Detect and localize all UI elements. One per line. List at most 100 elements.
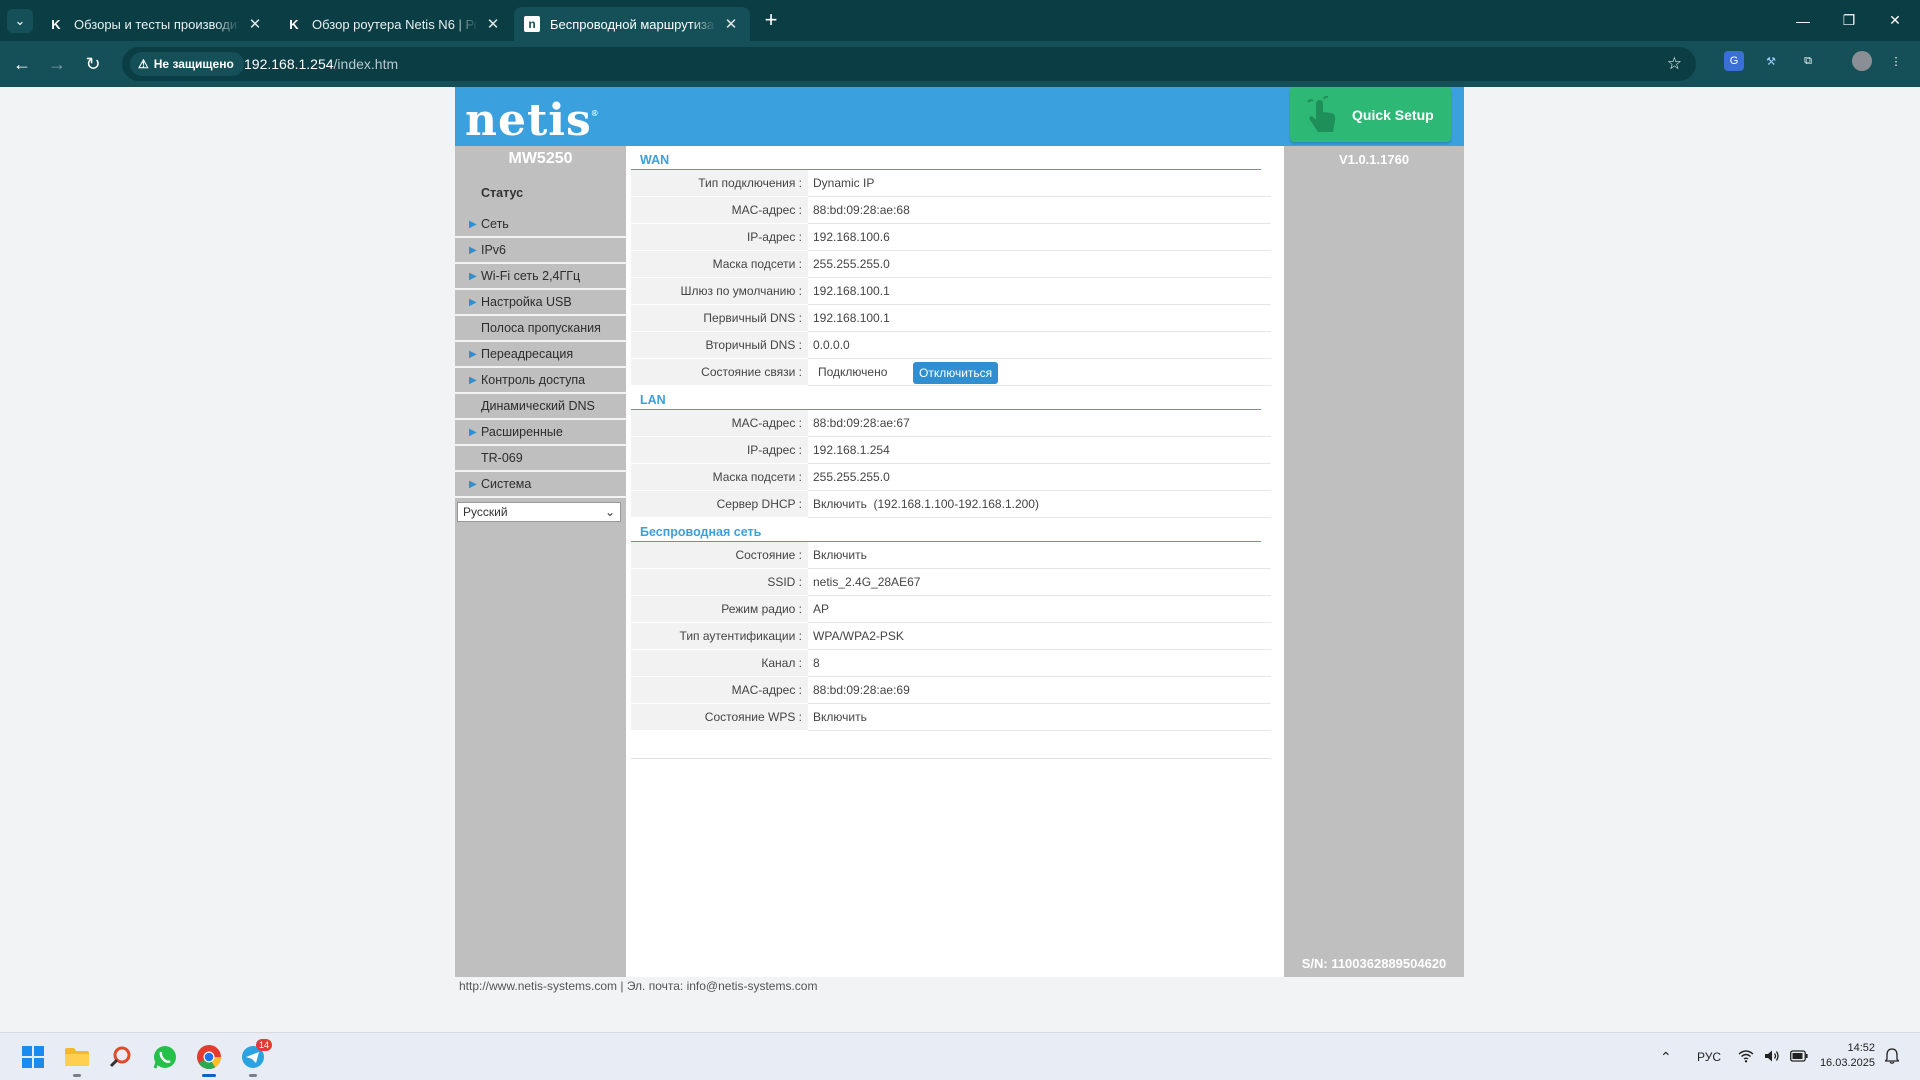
table-row: Шлюз по умолчанию :192.168.100.1 — [631, 278, 1271, 305]
lan-section-title: LAN — [631, 386, 1261, 410]
restore-window-button[interactable]: ❐ — [1826, 0, 1872, 41]
sidebar-item-usb[interactable]: ▶ Настройка USB — [455, 290, 626, 316]
notifications-button[interactable] — [1884, 1033, 1900, 1080]
logo-text: netis — [465, 95, 592, 146]
sidebar-item-tr069[interactable]: TR-069 — [455, 446, 626, 472]
sidebar-item-network[interactable]: ▶ Сеть — [455, 212, 626, 238]
system-tray-status[interactable] — [1738, 1033, 1808, 1080]
model-name: MW5250 — [508, 150, 573, 167]
table-row: Вторичный DNS :0.0.0.0 — [631, 332, 1271, 359]
table-row: Маска подсети :255.255.255.0 — [631, 464, 1271, 491]
close-icon[interactable]: ✕ — [246, 15, 264, 33]
row-label: Состояние связи : — [631, 359, 808, 386]
translate-extension-icon[interactable]: G — [1724, 51, 1744, 71]
browser-tab-3-active[interactable]: n Беспроводной маршрутизатор ✕ — [514, 7, 750, 41]
sidebar-item-label: Переадресация — [481, 347, 574, 361]
router-footer: http://www.netis-systems.com | Эл. почта… — [459, 979, 818, 993]
clock-date: 16.03.2025 — [1819, 1057, 1875, 1069]
start-button[interactable] — [17, 1041, 49, 1073]
triangle-right-icon: ▶ — [469, 348, 477, 360]
browser-menu-icon[interactable]: ⋮ — [1886, 51, 1906, 71]
wan-section-title: WAN — [631, 146, 1261, 170]
reload-icon: ↻ — [85, 53, 101, 74]
tab-search-button[interactable]: ⌄ — [7, 9, 33, 33]
chrome-button[interactable] — [193, 1041, 225, 1077]
table-row: Канал :8 — [631, 650, 1271, 677]
clock[interactable]: 14:52 16.03.2025 — [1810, 1041, 1875, 1071]
table-row: Состояние : Включить — [631, 542, 1271, 569]
browser-tab-2[interactable]: K Обзор роутера Netis N6 | Роутеры ✕ — [276, 7, 512, 41]
file-explorer-button[interactable] — [61, 1041, 93, 1077]
sidebar-item-label: Система — [481, 477, 532, 491]
warning-icon: ⚠ — [138, 57, 149, 71]
back-button[interactable]: ← — [10, 52, 34, 76]
triangle-right-icon: ▶ — [469, 270, 477, 282]
language-select[interactable]: Русский ⌄ — [457, 502, 621, 522]
sidebar-item-advanced[interactable]: ▶ Расширенные — [455, 420, 626, 446]
row-value: 88:bd:09:28:ae:69 — [808, 677, 1271, 704]
sidebar-item-label: Настройка USB — [481, 295, 572, 309]
telegram-button[interactable]: 14 — [237, 1039, 272, 1077]
address-bar[interactable]: ⚠ Не защищено 192.168.1.254/index.htm ☆ — [122, 47, 1696, 81]
extension-icon[interactable]: ⚒ — [1761, 51, 1781, 71]
sidebar-item-ipv6[interactable]: ▶ IPv6 — [455, 238, 626, 264]
disconnect-button[interactable]: Отключиться — [913, 361, 999, 384]
bookmark-star-icon[interactable]: ☆ — [1667, 54, 1682, 74]
input-language-indicator[interactable]: РУС — [1697, 1033, 1721, 1080]
serial-number: S/N: 1100362889504620 — [1301, 956, 1447, 971]
row-value: WPA/WPA2-PSK — [808, 623, 1271, 650]
chevron-down-icon: ⌄ — [604, 505, 615, 519]
router-sidebar: MW5250 Статус ▶ Сеть ▶ IPv6 ▶ Wi-Fi сеть 2,… — [455, 146, 626, 977]
forward-button[interactable]: → — [45, 52, 69, 76]
row-label: Первичный DNS : — [631, 305, 808, 332]
windows-icon — [22, 1046, 44, 1068]
sidebar-item-label: IPv6 — [481, 243, 507, 257]
close-icon[interactable]: ✕ — [722, 15, 740, 33]
reload-button[interactable]: ↻ — [81, 52, 105, 76]
table-row: Состояние WPS : Включить — [631, 704, 1271, 731]
new-tab-button[interactable]: + — [758, 9, 784, 31]
row-label: IP-адрес : — [631, 437, 808, 464]
table-row: IP-адрес :192.168.100.6 — [631, 224, 1271, 251]
sidebar-item-bandwidth[interactable]: Полоса пропускания — [455, 316, 626, 342]
browser-tab-1[interactable]: K Обзоры и тесты производителей ✕ — [38, 7, 274, 41]
search-app-button[interactable] — [104, 1041, 136, 1073]
profile-avatar[interactable] — [1852, 51, 1872, 71]
close-icon[interactable]: ✕ — [484, 15, 502, 33]
table-row: Состояние связи : Подключено Отключиться — [631, 359, 1271, 386]
sidebar-menu: ▶ Сеть ▶ IPv6 ▶ Wi-Fi сеть 2,4ГГц ▶ Настройк… — [455, 212, 626, 498]
quick-setup-button[interactable]: Quick Setup — [1290, 87, 1451, 142]
whatsapp-button[interactable] — [149, 1041, 181, 1073]
table-row: MAC-адрес :88:bd:09:28:ae:67 — [631, 410, 1271, 437]
url-text[interactable]: 192.168.1.254/index.htm — [244, 56, 398, 72]
sidebar-item-system[interactable]: ▶ Система — [455, 472, 626, 498]
minimize-window-button[interactable]: — — [1780, 0, 1826, 41]
row-label: MAC-адрес : — [631, 677, 808, 704]
table-row: Сервер DHCP : Включить (192.168.1.100-192… — [631, 491, 1271, 518]
sidebar-item-label: Wi-Fi сеть 2,4ГГц — [481, 269, 581, 283]
sidebar-item-label: Полоса пропускания — [481, 321, 601, 335]
row-value: Включить — [808, 704, 1271, 731]
link-state: Подключено — [818, 365, 888, 379]
row-value: 192.168.100.6 — [808, 224, 1271, 251]
table-row: Первичный DNS :192.168.100.1 — [631, 305, 1271, 332]
row-value: 255.255.255.0 — [808, 251, 1271, 278]
magnifier-icon — [109, 1046, 131, 1068]
language-value: Русский — [463, 505, 508, 519]
clock-time: 14:52 — [1847, 1042, 1875, 1054]
site-info-chip[interactable]: ⚠ Не защищено — [130, 52, 244, 76]
arrow-left-icon: ← — [13, 53, 31, 74]
sidebar-item-wifi-24[interactable]: ▶ Wi-Fi сеть 2,4ГГц — [455, 264, 626, 290]
chrome-icon — [197, 1045, 221, 1070]
row-label: Маска подсети : — [631, 251, 808, 278]
row-value: Включить (192.168.1.100-192.168.1.200) — [808, 491, 1271, 518]
close-window-button[interactable]: ✕ — [1872, 0, 1918, 41]
puzzle-extensions-icon[interactable]: ⧉ — [1798, 51, 1818, 71]
sidebar-item-forwarding[interactable]: ▶ Переадресация — [455, 342, 626, 368]
sidebar-item-access-control[interactable]: ▶ Контроль доступа — [455, 368, 626, 394]
row-label: Тип аутентификации : — [631, 623, 808, 650]
notification-badge: 14 — [255, 1039, 272, 1051]
sidebar-item-status[interactable]: Статус — [455, 172, 626, 212]
sidebar-item-ddns[interactable]: Динамический DNS — [455, 394, 626, 420]
show-hidden-icons-button[interactable]: ⌃ — [1660, 1033, 1672, 1080]
